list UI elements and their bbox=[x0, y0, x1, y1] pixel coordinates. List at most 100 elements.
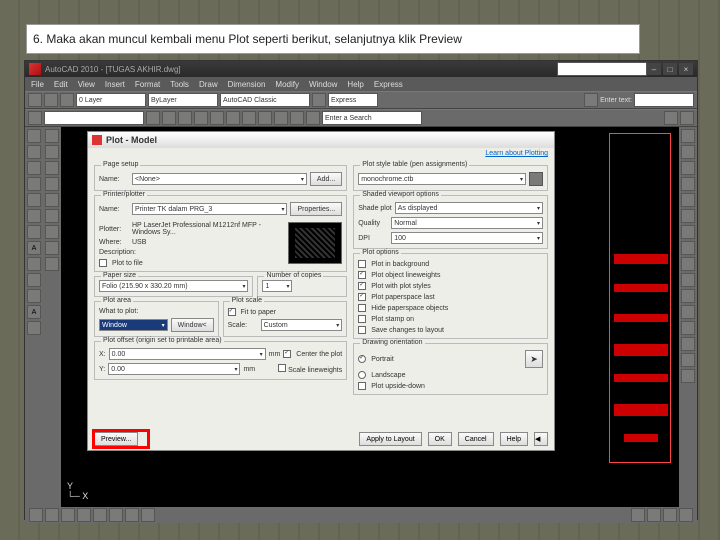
ok-button[interactable]: OK bbox=[428, 432, 452, 446]
rectangle-icon[interactable] bbox=[27, 193, 41, 207]
shade-plot-combo[interactable]: As displayed bbox=[395, 202, 543, 214]
portrait-radio[interactable] bbox=[358, 355, 366, 363]
menu-edit[interactable]: Edit bbox=[54, 80, 68, 89]
save-icon[interactable] bbox=[60, 93, 74, 107]
center-plot-checkbox[interactable] bbox=[283, 350, 291, 358]
trim2-icon[interactable] bbox=[681, 273, 695, 287]
properties-button[interactable]: Properties... bbox=[290, 202, 342, 216]
move-icon[interactable] bbox=[45, 193, 59, 207]
otrack-icon[interactable] bbox=[109, 508, 123, 522]
extend2-icon[interactable] bbox=[681, 289, 695, 303]
array-icon[interactable] bbox=[45, 177, 59, 191]
move2-icon[interactable] bbox=[681, 209, 695, 223]
collapse-icon[interactable]: ◀ bbox=[534, 432, 548, 446]
offset-icon[interactable] bbox=[45, 161, 59, 175]
polar-icon[interactable] bbox=[77, 508, 91, 522]
opt-background-checkbox[interactable] bbox=[358, 260, 366, 268]
x1-icon[interactable] bbox=[664, 111, 678, 125]
a4-icon[interactable] bbox=[226, 111, 240, 125]
upside-checkbox[interactable] bbox=[358, 382, 366, 390]
paper-size-combo[interactable]: Folio (215.90 x 330.20 mm) bbox=[99, 280, 248, 292]
mirror-icon[interactable] bbox=[45, 145, 59, 159]
osnap-icon[interactable] bbox=[93, 508, 107, 522]
array2-icon[interactable] bbox=[681, 193, 695, 207]
search-input[interactable]: Enter a Search bbox=[322, 111, 422, 125]
scale-combo[interactable]: Custom bbox=[261, 319, 343, 331]
pan-icon[interactable] bbox=[663, 508, 677, 522]
block-icon[interactable] bbox=[27, 321, 41, 335]
open-icon[interactable] bbox=[44, 93, 58, 107]
prop-icon[interactable] bbox=[146, 111, 160, 125]
x2-icon[interactable] bbox=[680, 111, 694, 125]
printer-name-combo[interactable]: Printer TK dalam PRG_3 bbox=[132, 203, 287, 215]
copies-input[interactable]: 1 bbox=[262, 280, 292, 292]
help-search-input[interactable] bbox=[557, 62, 647, 76]
rotate-icon[interactable] bbox=[45, 209, 59, 223]
layer-icon[interactable] bbox=[28, 111, 42, 125]
join-icon[interactable] bbox=[681, 321, 695, 335]
drawing-canvas[interactable]: Y└─ X Plot - Model Learn about Plotting … bbox=[61, 127, 679, 507]
a7-icon[interactable] bbox=[274, 111, 288, 125]
layer-state-combo[interactable] bbox=[44, 111, 144, 125]
rotate2-icon[interactable] bbox=[681, 225, 695, 239]
ortho-icon[interactable] bbox=[61, 508, 75, 522]
menu-dimension[interactable]: Dimension bbox=[228, 80, 266, 89]
opt-hide-checkbox[interactable] bbox=[358, 304, 366, 312]
palette-icon[interactable] bbox=[584, 93, 598, 107]
text-icon[interactable]: A bbox=[27, 241, 41, 255]
erase-icon[interactable] bbox=[681, 129, 695, 143]
trim-icon[interactable] bbox=[45, 241, 59, 255]
grid-icon[interactable] bbox=[45, 508, 59, 522]
new-icon[interactable] bbox=[28, 93, 42, 107]
snap-icon[interactable] bbox=[29, 508, 43, 522]
gear-icon[interactable] bbox=[312, 93, 326, 107]
arc-icon[interactable] bbox=[27, 177, 41, 191]
offset2-icon[interactable] bbox=[681, 177, 695, 191]
mirror2-icon[interactable] bbox=[681, 161, 695, 175]
break-icon[interactable] bbox=[681, 305, 695, 319]
model-icon[interactable] bbox=[631, 508, 645, 522]
match-icon[interactable] bbox=[162, 111, 176, 125]
stretch-icon[interactable] bbox=[681, 257, 695, 271]
scale2-icon[interactable] bbox=[681, 241, 695, 255]
scale-icon[interactable] bbox=[45, 225, 59, 239]
a6-icon[interactable] bbox=[258, 111, 272, 125]
menu-view[interactable]: View bbox=[78, 80, 95, 89]
a8-icon[interactable] bbox=[290, 111, 304, 125]
annotation-icon[interactable] bbox=[679, 508, 693, 522]
polyline-icon[interactable] bbox=[27, 145, 41, 159]
offset-y-input[interactable]: 0.00 bbox=[108, 363, 240, 375]
menu-tools[interactable]: Tools bbox=[170, 80, 189, 89]
circle-icon[interactable] bbox=[27, 161, 41, 175]
edit-style-icon[interactable] bbox=[529, 172, 543, 186]
opt-save-checkbox[interactable] bbox=[358, 326, 366, 334]
opt-lineweights-checkbox[interactable] bbox=[358, 271, 366, 279]
workspace-combo[interactable]: AutoCAD Classic bbox=[220, 93, 310, 107]
menu-express[interactable]: Express bbox=[374, 80, 403, 89]
point-icon[interactable] bbox=[27, 257, 41, 271]
learn-about-plotting-link[interactable]: Learn about Plotting bbox=[88, 148, 554, 159]
menu-help[interactable]: Help bbox=[347, 80, 363, 89]
a2-icon[interactable] bbox=[194, 111, 208, 125]
menu-insert[interactable]: Insert bbox=[105, 80, 125, 89]
menu-modify[interactable]: Modify bbox=[275, 80, 299, 89]
line-icon[interactable] bbox=[27, 129, 41, 143]
maximize-button[interactable]: □ bbox=[663, 63, 677, 75]
minimize-button[interactable]: – bbox=[647, 63, 661, 75]
dpi-input[interactable]: 100 bbox=[391, 232, 543, 244]
mtext-icon[interactable]: A bbox=[27, 305, 41, 319]
plot-style-combo[interactable]: monochrome.ctb bbox=[358, 173, 526, 185]
opt-paperspace-checkbox[interactable] bbox=[358, 293, 366, 301]
menu-draw[interactable]: Draw bbox=[199, 80, 218, 89]
add-button[interactable]: Add... bbox=[310, 172, 342, 186]
zoom-icon[interactable] bbox=[647, 508, 661, 522]
bylayer-combo[interactable]: ByLayer bbox=[148, 93, 218, 107]
hatch-icon[interactable] bbox=[27, 225, 41, 239]
apply-button[interactable]: Apply to Layout bbox=[359, 432, 421, 446]
help-button[interactable]: Help bbox=[500, 432, 528, 446]
offset-x-input[interactable]: 0.00 bbox=[109, 348, 266, 360]
close-button[interactable]: × bbox=[679, 63, 693, 75]
command-input[interactable] bbox=[634, 93, 694, 107]
a9-icon[interactable] bbox=[306, 111, 320, 125]
landscape-radio[interactable] bbox=[358, 371, 366, 379]
